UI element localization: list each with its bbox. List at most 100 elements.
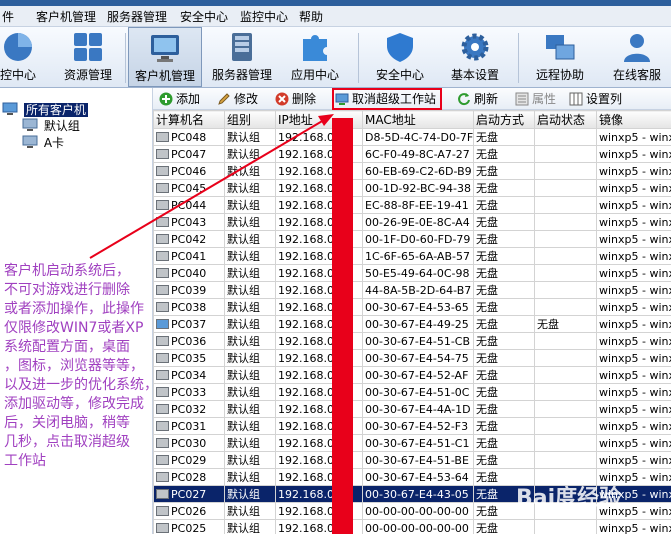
column-header-group[interactable]: 组别 [224, 110, 276, 129]
toolbar-client-management[interactable]: 客户机管理 [128, 27, 202, 87]
table-row[interactable]: PC038 默认组 192.168.0. 00-30-67-E4-53-65 无盘 win… [153, 298, 671, 316]
tree-item-a-card[interactable]: A卡 [22, 134, 64, 151]
table-row[interactable]: PC039 默认组 192.168.0. 44-8A-5B-2D-64-B7 无盘 win… [153, 281, 671, 299]
computer-icon [156, 131, 169, 142]
cell-computer-name: PC048 [153, 128, 225, 146]
cell-text: 无盘 [476, 216, 498, 229]
computer-icon [156, 505, 169, 516]
toolbar-security-center[interactable]: 安全中心 [368, 27, 432, 87]
toolbar-remote-assist[interactable]: 远程协助 [528, 27, 592, 87]
cell-boot-mode: 无盘 [473, 417, 535, 435]
cell-text: 192.168.0. [278, 470, 338, 484]
properties-button[interactable]: 属性 [515, 90, 556, 107]
cell-group: 默认组 [224, 162, 276, 180]
cell-image: winxp5 - winx [596, 145, 671, 163]
column-header-boot-mode[interactable]: 启动方式 [473, 110, 535, 129]
cell-boot-status [534, 264, 597, 282]
table-row[interactable]: PC037 默认组 192.168.0. 00-30-67-E4-49-25 无盘 无盘 w… [153, 315, 671, 333]
refresh-button[interactable]: 刷新 [457, 90, 498, 107]
tree-item-default-group[interactable]: 默认组 [22, 117, 80, 134]
cell-image: winxp5 - winx [596, 366, 671, 384]
cell-text: winxp5 - winx [599, 130, 671, 144]
cell-text: PC035 [171, 351, 207, 365]
cell-boot-status [534, 230, 597, 248]
table-row[interactable]: PC029 默认组 192.168.0. 00-30-67-E4-51-BE 无盘 win… [153, 451, 671, 469]
menu-file[interactable]: 件 [2, 8, 14, 25]
cell-text: 默认组 [227, 165, 260, 178]
cell-boot-status [534, 128, 597, 146]
table-row[interactable]: PC048 默认组 192.168.0. D8-5D-4C-74-D0-7F 无盘 win… [153, 128, 671, 146]
watermark: Bai度经验 [516, 486, 622, 511]
cell-text: 192.168.0. [278, 300, 338, 314]
cell-computer-name: PC039 [153, 281, 225, 299]
cell-mac: 00-30-67-E4-51-0C [362, 383, 474, 401]
column-header-image[interactable]: 镜像 [596, 110, 671, 129]
add-button[interactable]: 添加 [159, 90, 200, 107]
cell-mac: 00-00-00-00-00-00 [362, 519, 474, 534]
toolbar-app-center[interactable]: 应用中心 [282, 27, 348, 87]
cell-computer-name: PC042 [153, 230, 225, 248]
cell-boot-mode: 无盘 [473, 349, 535, 367]
cell-computer-name: PC033 [153, 383, 225, 401]
delete-icon [275, 92, 289, 106]
toolbar-monitor-center[interactable]: 控中心 [0, 27, 44, 87]
cell-boot-status [534, 519, 597, 534]
table-row[interactable]: PC033 默认组 192.168.0. 00-30-67-E4-51-0C 无盘 win… [153, 383, 671, 401]
toolbar-basic-settings[interactable]: 基本设置 [442, 27, 508, 87]
toolbar-online-support[interactable]: 在线客服 [604, 27, 670, 87]
table-row[interactable]: PC043 默认组 192.168.0. 00-26-9E-0E-8C-A4 无盘 win… [153, 213, 671, 231]
table-row[interactable]: PC042 默认组 192.168.0. 00-1F-D0-60-FD-79 无盘 win… [153, 230, 671, 248]
cell-group: 默认组 [224, 264, 276, 282]
table-row[interactable]: PC046 默认组 192.168.0. 60-EB-69-C2-6D-B9 无盘 win… [153, 162, 671, 180]
pie-chart-icon [4, 33, 32, 61]
table-row[interactable]: PC036 默认组 192.168.0. 00-30-67-E4-51-CB 无盘 win… [153, 332, 671, 350]
cell-computer-name: PC027 [153, 485, 225, 503]
table-row[interactable]: PC034 默认组 192.168.0. 00-30-67-E4-52-AF 无盘 win… [153, 366, 671, 384]
cell-boot-mode: 无盘 [473, 281, 535, 299]
cell-text: PC028 [171, 470, 207, 484]
cell-group: 默认组 [224, 400, 276, 418]
table-row[interactable]: PC045 默认组 192.168.0. 00-1D-92-BC-94-38 无盘 win… [153, 179, 671, 197]
cell-text: 00-30-67-E4-43-05 [365, 487, 469, 501]
user-icon [624, 34, 650, 62]
edit-button[interactable]: 修改 [217, 90, 258, 107]
cell-mac: 00-30-67-E4-52-F3 [362, 417, 474, 435]
toolbar-label: 控中心 [0, 68, 36, 82]
cell-text: PC025 [171, 521, 207, 534]
column-settings-button[interactable]: 设置列 [569, 90, 622, 107]
table-row[interactable]: PC032 默认组 192.168.0. 00-30-67-E4-4A-1D 无盘 win… [153, 400, 671, 418]
computer-icon [156, 250, 169, 261]
column-header-mac[interactable]: MAC地址 [362, 110, 474, 129]
cell-group: 默认组 [224, 128, 276, 146]
highlight-bar [332, 118, 353, 534]
cell-boot-status [534, 247, 597, 265]
delete-button[interactable]: 删除 [275, 90, 316, 107]
table-row[interactable]: PC035 默认组 192.168.0. 00-30-67-E4-54-75 无盘 win… [153, 349, 671, 367]
menu-help[interactable]: 帮助 [299, 8, 323, 25]
tree-root-all-clients[interactable]: 所有客户机 [2, 101, 88, 118]
remote-windows-icon [546, 35, 575, 60]
table-row[interactable]: PC041 默认组 192.168.0. 1C-6F-65-6A-AB-57 无盘 win… [153, 247, 671, 265]
table-row[interactable]: PC040 默认组 192.168.0. 50-E5-49-64-0C-98 无盘 win… [153, 264, 671, 282]
cell-text: 60-EB-69-C2-6D-B9 [365, 164, 472, 178]
toolbar-label: 基本设置 [450, 68, 499, 82]
menu-client-management[interactable]: 客户机管理 [36, 8, 96, 25]
table-row[interactable]: PC031 默认组 192.168.0. 00-30-67-E4-52-F3 无盘 win… [153, 417, 671, 435]
cell-text: 00-30-67-E4-51-CB [365, 334, 471, 348]
menu-monitor-center[interactable]: 监控中心 [240, 8, 288, 25]
menu-server-management[interactable]: 服务器管理 [107, 8, 167, 25]
menu-security-center[interactable]: 安全中心 [180, 8, 228, 25]
cell-text: PC026 [171, 504, 207, 518]
cell-text: 00-1F-D0-60-FD-79 [365, 232, 471, 246]
cell-computer-name: PC030 [153, 434, 225, 452]
table-row[interactable]: PC047 默认组 192.168.0. 6C-F0-49-8C-A7-27 无盘 win… [153, 145, 671, 163]
cell-group: 默认组 [224, 366, 276, 384]
table-row[interactable]: PC044 默认组 192.168.0. EC-88-8F-EE-19-41 无盘 win… [153, 196, 671, 214]
column-header-boot-status[interactable]: 启动状态 [534, 110, 597, 129]
column-header-computer-name[interactable]: 计算机名 [153, 110, 225, 129]
toolbar-resource-management[interactable]: 资源管理 [58, 27, 118, 87]
toolbar-server-management[interactable]: 服务器管理 [206, 27, 278, 87]
table-row[interactable]: PC030 默认组 192.168.0. 00-30-67-E4-51-C1 无盘 win… [153, 434, 671, 452]
cell-text: 192.168.0. [278, 334, 338, 348]
table-row[interactable]: PC025 默认组 192.168.0. 00-00-00-00-00-00 无盘 win… [153, 519, 671, 534]
